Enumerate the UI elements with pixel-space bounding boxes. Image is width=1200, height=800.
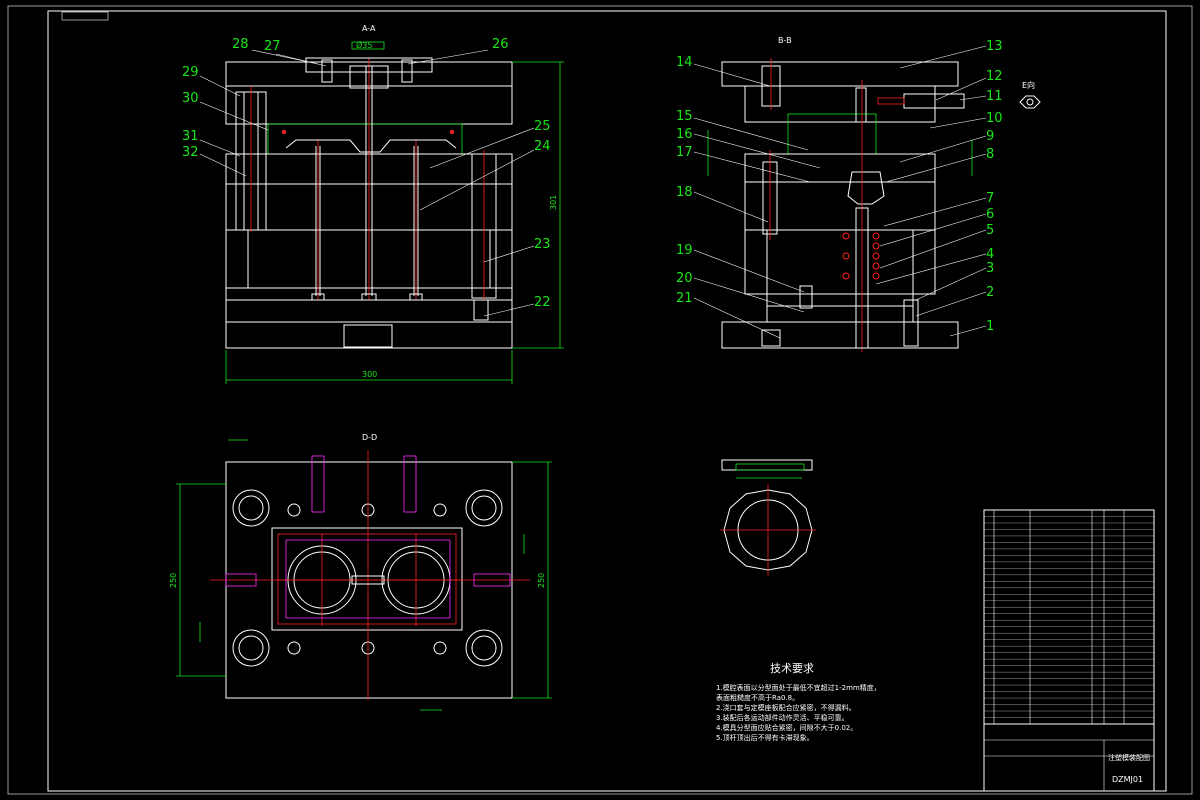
part-number: 15 bbox=[676, 109, 693, 124]
part-number: 10 bbox=[986, 111, 1003, 126]
part-number: 21 bbox=[676, 291, 693, 306]
part-number: 28 bbox=[232, 37, 249, 52]
part-number: 22 bbox=[534, 295, 551, 310]
part-number: 17 bbox=[676, 145, 693, 160]
plan-view: D-D 250 250 bbox=[169, 433, 552, 711]
part-number: 32 bbox=[182, 145, 199, 160]
sheet-border-inner bbox=[47, 10, 1167, 792]
drawing-title: 注塑模装配图 bbox=[1108, 753, 1150, 762]
front-section-label: A-A bbox=[362, 24, 376, 33]
part-number: 12 bbox=[986, 69, 1003, 84]
part-number: 19 bbox=[676, 243, 693, 258]
part-number: 8 bbox=[986, 147, 994, 162]
part-number: 16 bbox=[676, 127, 693, 142]
side-part-numbers: 14 13 12 11 10 15 9 16 8 17 18 7 6 5 19 … bbox=[676, 39, 1003, 334]
plan-height-dimension: 250 bbox=[169, 573, 178, 588]
detail-part-view bbox=[720, 459, 816, 576]
part-number: 1 bbox=[986, 319, 994, 334]
part-number: 13 bbox=[986, 39, 1003, 54]
part-number: 23 bbox=[534, 237, 551, 252]
part-number: 3 bbox=[986, 261, 994, 276]
part-number: 7 bbox=[986, 191, 994, 206]
part-number: 26 bbox=[492, 37, 509, 52]
mold-assembly-drawing: A-A Ø35 300 301 28 27 26 29 30 25 31 24 … bbox=[7, 5, 1193, 795]
title-block: 注塑模装配图 DZMJ01 bbox=[983, 509, 1155, 792]
plan-width-dimension: 250 bbox=[537, 573, 546, 588]
part-number: 9 bbox=[986, 129, 994, 144]
front-width-dimension: 300 bbox=[362, 370, 377, 379]
front-height-dimension: 301 bbox=[549, 195, 558, 210]
part-number: 31 bbox=[182, 129, 199, 144]
tech-req-line: 3.装配后各运动部件动作灵活、平稳可靠。 bbox=[716, 713, 849, 722]
part-number: 5 bbox=[986, 223, 994, 238]
part-number: 25 bbox=[534, 119, 551, 134]
part-number: 11 bbox=[986, 89, 1003, 104]
detail-view-label: E向 bbox=[1022, 80, 1035, 90]
part-number: 18 bbox=[676, 185, 693, 200]
plan-section-label: D-D bbox=[362, 433, 377, 442]
part-number: 6 bbox=[986, 207, 994, 222]
part-number: 27 bbox=[264, 39, 281, 54]
part-number: 2 bbox=[986, 285, 994, 300]
side-section-view: B-B E向 14 13 12 11 10 15 9 16 8 17 18 7 … bbox=[676, 36, 1041, 352]
part-number: 24 bbox=[534, 139, 551, 154]
technical-requirements: 技术要求 1.模腔表面以分型面处于最低不宜超过1-2mm精度， 表面粗糙度不高于… bbox=[716, 662, 881, 742]
part-number: 30 bbox=[182, 91, 199, 106]
part-number: 14 bbox=[676, 55, 693, 70]
tech-req-line: 2.浇口套与定模座板配合应紧密，不得漏料。 bbox=[716, 703, 856, 712]
tech-req-line: 4.模具分型面应贴合紧密，间隙不大于0.02。 bbox=[716, 723, 857, 732]
tech-req-title: 技术要求 bbox=[770, 662, 814, 675]
side-section-label: B-B bbox=[778, 36, 792, 45]
tech-req-line: 表面粗糙度不高于Ra0.8。 bbox=[716, 693, 799, 702]
part-number: 20 bbox=[676, 271, 693, 286]
front-section-view: A-A Ø35 300 301 28 27 26 29 30 25 31 24 … bbox=[182, 24, 564, 384]
drawing-number: DZMJ01 bbox=[1112, 775, 1143, 784]
tech-req-line: 5.顶杆顶出后不得有卡滞现象。 bbox=[716, 733, 814, 742]
part-number: 29 bbox=[182, 65, 199, 80]
tech-req-line: 1.模腔表面以分型面处于最低不宜超过1-2mm精度， bbox=[716, 683, 881, 692]
part-number: 4 bbox=[986, 247, 994, 262]
sheet-tag-box bbox=[61, 11, 109, 21]
front-sprue-dimension: Ø35 bbox=[356, 40, 372, 50]
